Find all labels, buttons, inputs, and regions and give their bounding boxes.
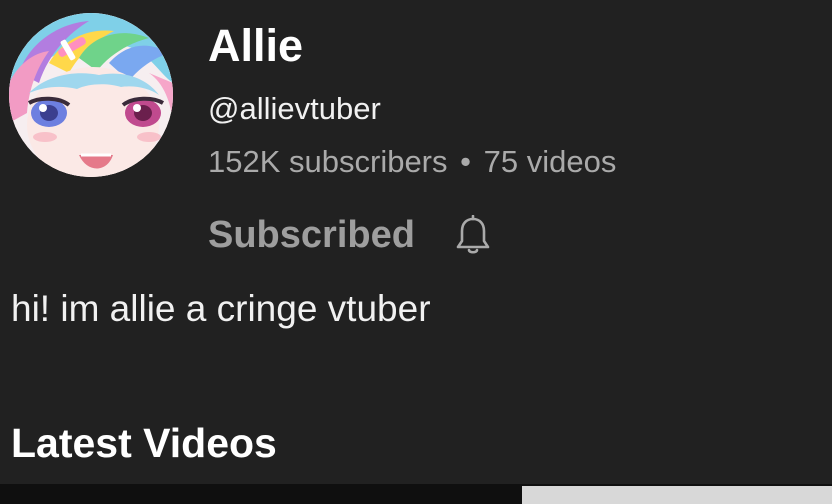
subscribed-button[interactable]: Subscribed: [208, 212, 493, 258]
channel-name: Allie: [208, 20, 304, 71]
channel-description[interactable]: hi! im allie a cringe vtuber: [11, 286, 431, 332]
subscriber-count: 152K subscribers: [208, 144, 448, 179]
channel-stats: 152K subscribers • 75 videos: [208, 142, 616, 182]
channel-avatar[interactable]: [9, 13, 173, 177]
stats-separator: •: [460, 144, 471, 179]
video-thumbnail[interactable]: [522, 486, 832, 504]
latest-videos-heading: Latest Videos: [11, 420, 277, 466]
subscribed-label: Subscribed: [208, 214, 415, 256]
channel-handle: @allievtuber: [208, 91, 381, 126]
avatar-image: [9, 13, 173, 177]
bell-icon[interactable]: [453, 212, 493, 258]
video-count: 75 videos: [483, 144, 617, 179]
